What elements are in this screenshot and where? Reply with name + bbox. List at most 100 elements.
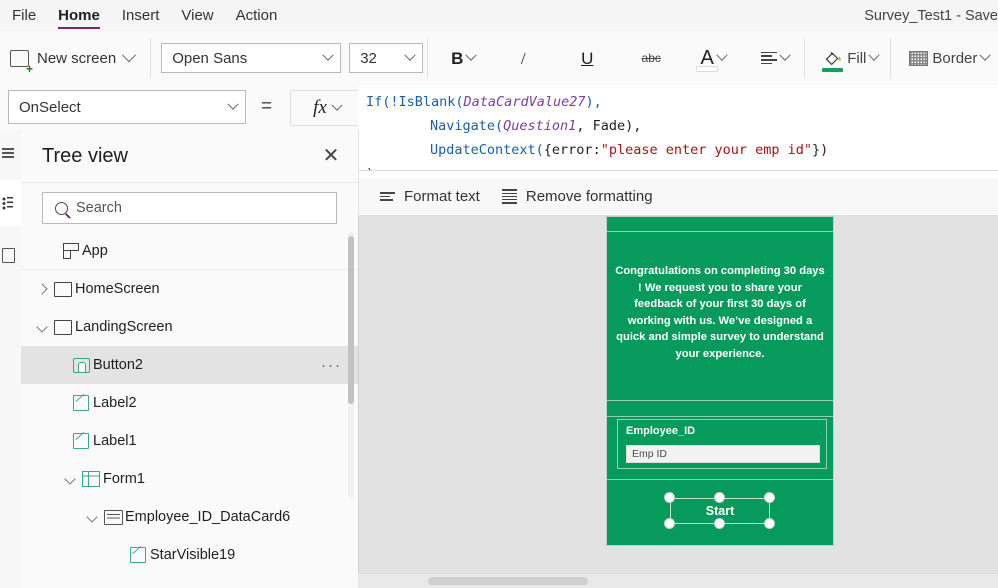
menu-item-action[interactable]: Action bbox=[225, 1, 289, 31]
menu-bar: File Home Insert View Action Survey_Test… bbox=[0, 0, 998, 32]
employee-id-datacard[interactable]: Employee_ID Emp ID bbox=[617, 419, 827, 469]
ribbon-divider bbox=[804, 38, 806, 78]
menu-item-view[interactable]: View bbox=[170, 1, 224, 31]
menu-item-file[interactable]: File bbox=[0, 1, 47, 31]
tree-item-form1[interactable]: Form1 bbox=[21, 460, 358, 498]
font-family-value: Open Sans bbox=[172, 49, 248, 67]
align-button[interactable] bbox=[750, 38, 800, 78]
formula-token: UpdateContext( bbox=[430, 142, 544, 158]
formula-token: If( bbox=[366, 94, 391, 110]
canvas-hscrollbar-thumb[interactable] bbox=[428, 577, 588, 585]
tree-item-overflow-menu[interactable]: ··· bbox=[321, 358, 342, 373]
menu-item-insert[interactable]: Insert bbox=[111, 1, 171, 31]
tree-item-landingscreen[interactable]: LandingScreen bbox=[21, 308, 358, 346]
tree-item-label: HomeScreen bbox=[75, 281, 160, 297]
tree-item-label: Label2 bbox=[93, 395, 137, 411]
chevron-down-icon[interactable] bbox=[779, 49, 791, 61]
congratulations-label[interactable]: Congratulations on completing 30 days ! … bbox=[607, 263, 833, 362]
chevron-down-icon[interactable] bbox=[33, 308, 51, 346]
canvas-area[interactable]: Congratulations on completing 30 days ! … bbox=[358, 216, 998, 588]
format-bar: Format text Remove formatting bbox=[358, 178, 998, 216]
fill-color-swatch bbox=[822, 68, 844, 72]
menu-item-home[interactable]: Home bbox=[47, 1, 111, 31]
resize-handle-top-right[interactable] bbox=[764, 492, 775, 503]
close-icon[interactable]: ✕ bbox=[318, 143, 344, 169]
tree-view-title: Tree view bbox=[42, 144, 128, 167]
border-button[interactable]: Border bbox=[901, 38, 997, 78]
tree-item-homescreen[interactable]: HomeScreen bbox=[21, 270, 358, 308]
fx-icon: fx bbox=[313, 97, 327, 118]
canvas-left-edge bbox=[358, 216, 359, 574]
search-input[interactable]: Search bbox=[42, 192, 337, 224]
formula-editor[interactable]: If(!IsBlank(DataCardValue27), Navigate(Q… bbox=[358, 85, 998, 171]
italic-button[interactable]: / bbox=[498, 38, 548, 78]
ribbon-group-font: Open Sans 32 bbox=[155, 31, 424, 85]
rail-item-media[interactable] bbox=[0, 232, 21, 278]
format-text-label: Format text bbox=[404, 188, 480, 205]
property-value: OnSelect bbox=[19, 98, 81, 116]
chevron-down-icon[interactable] bbox=[465, 49, 478, 61]
tree-view-list[interactable]: App HomeScreen LandingScreen Button2 ··· bbox=[21, 232, 358, 588]
underline-button[interactable]: U bbox=[562, 38, 612, 78]
new-screen-label: New screen bbox=[37, 49, 117, 67]
app-screen-preview[interactable]: Congratulations on completing 30 days ! … bbox=[606, 216, 834, 546]
label-icon bbox=[69, 395, 93, 411]
font-family-select[interactable]: Open Sans bbox=[161, 43, 342, 73]
resize-handle-bottom-center[interactable] bbox=[714, 518, 725, 529]
fx-button[interactable]: fx bbox=[290, 90, 364, 126]
border-icon bbox=[909, 50, 929, 66]
fill-button[interactable]: Fill bbox=[815, 38, 886, 78]
chevron-down-icon[interactable] bbox=[331, 99, 343, 111]
employee-id-input[interactable]: Emp ID bbox=[626, 445, 820, 463]
ribbon-divider bbox=[890, 38, 892, 78]
button-icon bbox=[69, 357, 93, 373]
chevron-down-icon[interactable] bbox=[404, 49, 416, 61]
chevron-down-icon[interactable] bbox=[716, 49, 728, 61]
bold-button[interactable]: B bbox=[438, 38, 488, 78]
remove-formatting-button[interactable]: Remove formatting bbox=[501, 188, 653, 205]
chevron-down-icon[interactable] bbox=[322, 49, 334, 61]
rail-item-data[interactable] bbox=[0, 180, 21, 226]
chevron-down-icon[interactable] bbox=[227, 98, 239, 110]
new-screen-icon bbox=[10, 49, 33, 74]
tree-item-label1[interactable]: Label1 bbox=[21, 422, 358, 460]
rail-item-tree-view[interactable] bbox=[0, 130, 21, 176]
employee-id-label: Employee_ID bbox=[626, 425, 696, 437]
ribbon-group-fill: Fill bbox=[809, 31, 886, 85]
resize-handle-top-center[interactable] bbox=[714, 492, 725, 503]
chevron-down-icon[interactable] bbox=[122, 48, 137, 63]
new-screen-button[interactable]: New screen bbox=[0, 38, 146, 78]
remove-formatting-label: Remove formatting bbox=[525, 188, 653, 205]
resize-handle-bottom-left[interactable] bbox=[664, 518, 675, 529]
strikethrough-button[interactable]: abc bbox=[626, 38, 676, 78]
document-title: Survey_Test1 - Save bbox=[864, 7, 998, 24]
font-color-icon: A bbox=[700, 47, 714, 69]
tree-item-app[interactable]: App bbox=[21, 232, 358, 270]
tree-item-button2[interactable]: Button2 ··· bbox=[21, 346, 358, 384]
formula-token: {error: bbox=[543, 142, 601, 158]
tree-item-employee-id-datacard6[interactable]: Employee_ID_DataCard6 bbox=[21, 498, 358, 536]
border-label: Border bbox=[932, 49, 978, 67]
chevron-down-icon[interactable] bbox=[83, 498, 101, 536]
tree-view-panel: Tree view ✕ Search App HomeScreen Landin… bbox=[21, 130, 359, 588]
tree-item-label: LandingScreen bbox=[75, 319, 173, 335]
resize-handle-bottom-right[interactable] bbox=[764, 518, 775, 529]
chevron-down-icon[interactable] bbox=[979, 49, 992, 61]
tree-item-label: Form1 bbox=[103, 471, 145, 487]
chevron-down-icon[interactable] bbox=[868, 49, 881, 61]
tree-view-scrollbar-thumb[interactable] bbox=[348, 236, 354, 404]
chevron-down-icon[interactable] bbox=[61, 460, 79, 498]
font-color-button[interactable]: A bbox=[688, 38, 738, 78]
formula-token: DataCardValue27 bbox=[463, 94, 586, 110]
label-icon bbox=[126, 547, 150, 563]
font-size-select[interactable]: 32 bbox=[349, 43, 424, 73]
ribbon-group-screen: New screen bbox=[0, 31, 146, 85]
property-select[interactable]: OnSelect bbox=[8, 90, 246, 124]
chevron-right-icon[interactable] bbox=[33, 270, 51, 308]
resize-handle-top-left[interactable] bbox=[664, 492, 675, 503]
tree-item-starvisible19[interactable]: StarVisible19 bbox=[21, 536, 358, 574]
tree-item-label2[interactable]: Label2 bbox=[21, 384, 358, 422]
format-text-button[interactable]: Format text bbox=[380, 188, 480, 205]
screen-divider-band bbox=[607, 400, 833, 417]
align-left-icon bbox=[761, 51, 778, 65]
